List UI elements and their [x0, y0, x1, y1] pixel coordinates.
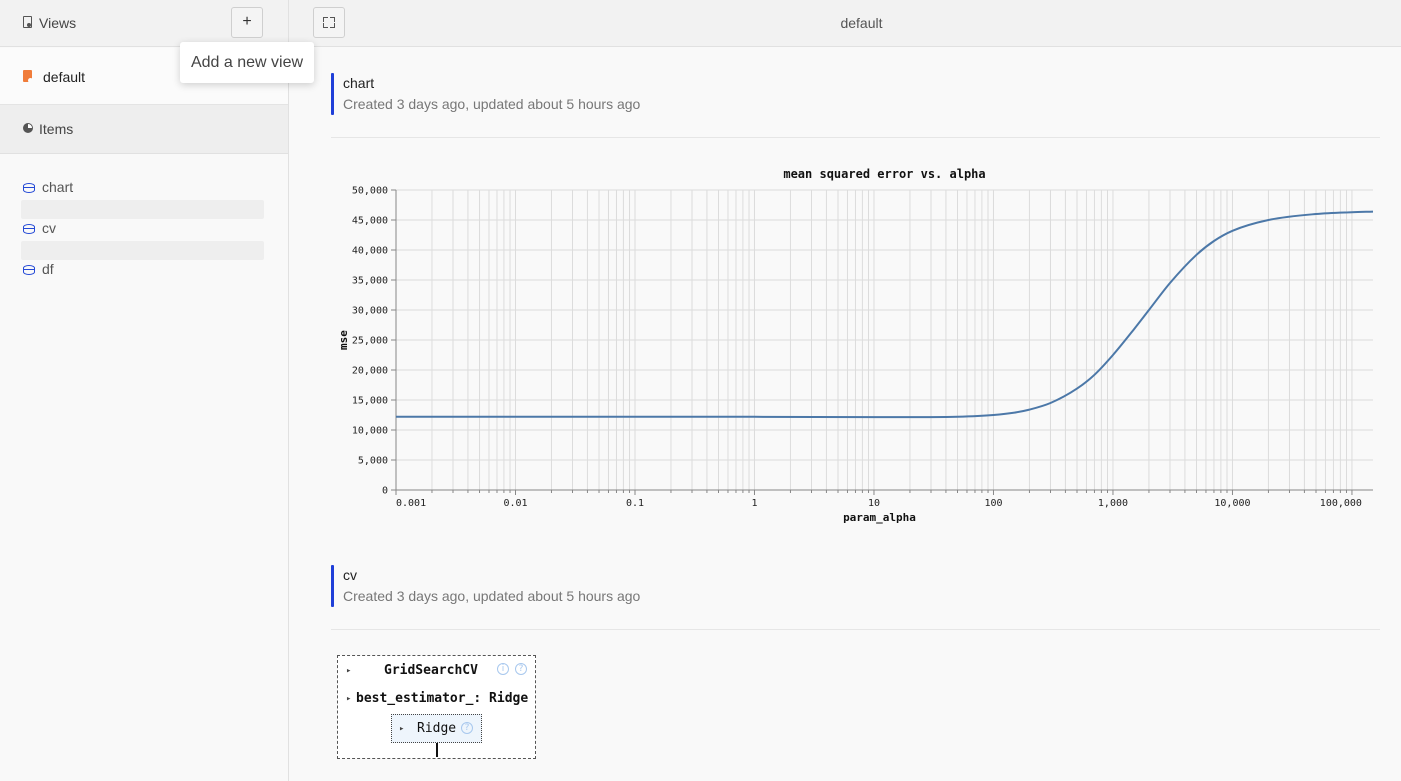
database-icon [23, 224, 35, 234]
y-tick-label: 15,000 [352, 396, 388, 407]
help-icon[interactable]: ? [461, 722, 473, 734]
x-tick-label: 0.01 [503, 498, 527, 509]
x-tick-label: 1,000 [1098, 498, 1128, 509]
pie-chart-icon [23, 123, 33, 133]
x-tick-label: 10 [868, 498, 880, 509]
y-tick-label: 5,000 [358, 456, 388, 467]
item-label: df [42, 261, 54, 277]
sidebar: Views + default Items chart cv df [0, 0, 289, 781]
help-icon[interactable]: ? [515, 663, 527, 675]
info-icon[interactable]: i [497, 663, 509, 675]
y-tick-label: 20,000 [352, 366, 388, 377]
estimator-connector [436, 743, 438, 757]
items-header: Items [0, 105, 288, 154]
view-file-icon [23, 70, 33, 83]
views-header: Views + [0, 0, 288, 47]
x-tick-label: 100,000 [1320, 498, 1362, 509]
database-icon [23, 265, 35, 275]
y-tick-label: 25,000 [352, 336, 388, 347]
database-icon [23, 183, 35, 193]
estimator-diagram: ▸ GridSearchCV i ? ▸ best_estimator_: Ri… [337, 655, 536, 759]
chart-title: mean squared error vs. alpha [783, 167, 985, 181]
item-drop-placeholder [21, 241, 264, 260]
view-title: default [840, 15, 883, 31]
add-view-tooltip: Add a new view [180, 42, 314, 83]
mse-series-line [395, 210, 1374, 419]
y-tick-label: 35,000 [352, 276, 388, 287]
views-icon [23, 16, 32, 28]
y-tick-label: 40,000 [352, 246, 388, 257]
item-drop-placeholder [21, 200, 264, 219]
card-meta: Created 3 days ago, updated about 5 hour… [343, 96, 641, 112]
expand-toggle-icon[interactable]: ▸ [399, 724, 404, 734]
y-tick-label: 45,000 [352, 216, 388, 227]
topbar: default [289, 0, 1401, 47]
estimator-label-best[interactable]: best_estimator_: Ridge [356, 691, 528, 706]
card-divider [331, 137, 1380, 138]
x-axis-label: param_alpha [843, 511, 916, 524]
views-label: Views [39, 15, 77, 31]
card-meta: Created 3 days ago, updated about 5 hour… [343, 588, 641, 604]
mse-chart: 0 5,000 10,000 15,000 20,000 25,000 30,000 35,0… [337, 167, 1374, 524]
items-label: Items [39, 121, 74, 137]
x-tick-label: 0.1 [626, 498, 644, 509]
x-tick-label: 1 [751, 498, 757, 509]
y-tick-label: 50,000 [352, 186, 388, 197]
card-accent [331, 565, 334, 607]
y-axis-label: mse [337, 330, 350, 350]
estimator-ridge-box[interactable]: ▸ Ridge ? [391, 714, 482, 743]
add-view-button[interactable]: + [231, 7, 263, 38]
expand-toggle-icon[interactable]: ▸ [346, 666, 351, 676]
x-tick-label: 0.001 [396, 498, 426, 509]
y-tick-label: 0 [382, 486, 388, 497]
card-name: chart [343, 75, 375, 91]
card-name: cv [343, 567, 357, 583]
view-item-label: default [43, 69, 86, 85]
item-label: chart [42, 179, 74, 195]
y-tick-label: 10,000 [352, 426, 388, 437]
expand-toggle-icon[interactable]: ▸ [346, 694, 351, 704]
item-label: cv [42, 220, 56, 236]
card-accent [331, 73, 334, 115]
estimator-label-gridsearchcv[interactable]: GridSearchCV [384, 663, 478, 678]
x-tick-label: 10,000 [1214, 498, 1250, 509]
y-tick-label: 30,000 [352, 306, 388, 317]
x-tick-label: 100 [984, 498, 1002, 509]
estimator-label-ridge: Ridge [417, 721, 457, 736]
card-divider [331, 629, 1380, 630]
